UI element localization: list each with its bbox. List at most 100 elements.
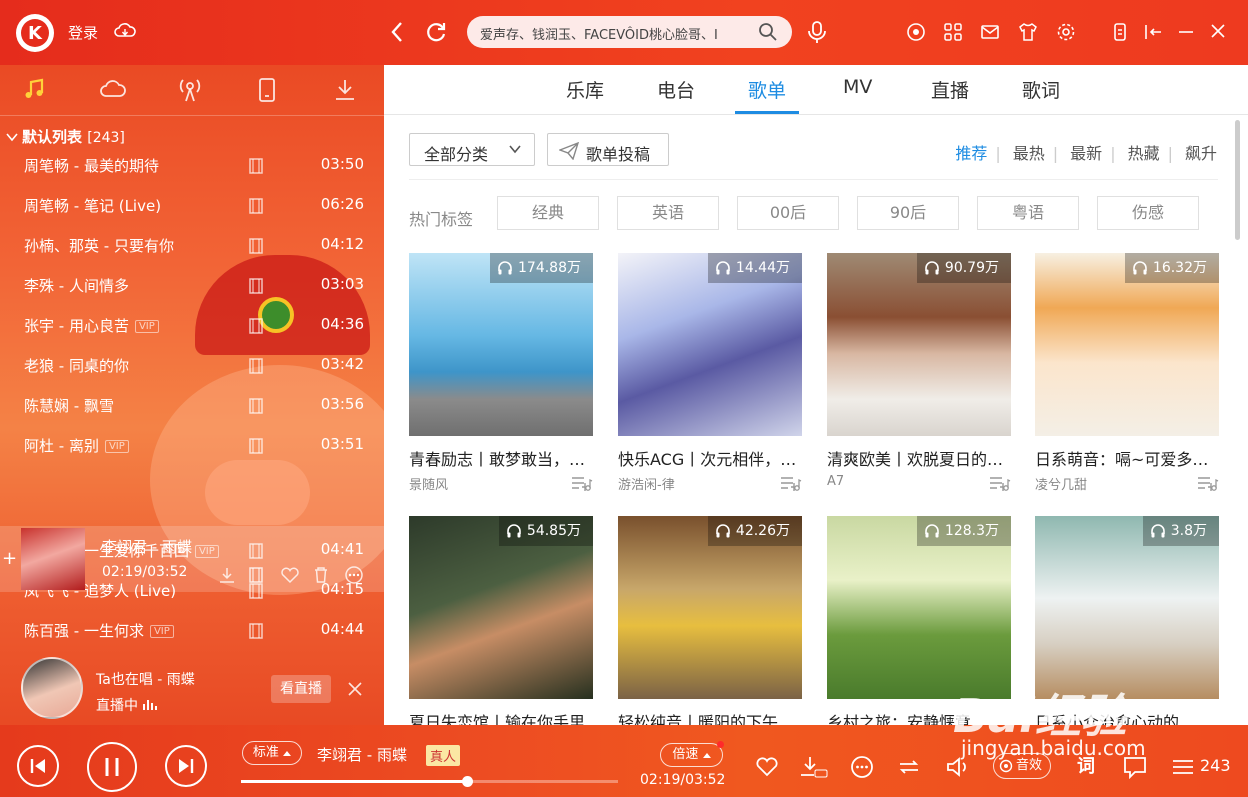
cloud-icon[interactable] xyxy=(99,77,127,101)
playlist-author[interactable]: 景随风 xyxy=(409,474,448,493)
quality-selector[interactable]: 标准 xyxy=(242,741,302,765)
submit-playlist-button[interactable]: 歌单投稿 xyxy=(547,133,669,166)
playlist-cover[interactable]: 42.26万 xyxy=(618,516,802,699)
song-row[interactable]: 陈慧娴 - 飘雪 03:56 xyxy=(0,385,384,425)
playlist-cover[interactable]: 128.3万 xyxy=(827,516,1011,699)
mv-film-icon[interactable] xyxy=(248,277,264,295)
sort-option[interactable]: 飙升 xyxy=(1185,144,1217,163)
player-song-title[interactable]: 李翊君 - 雨蝶 xyxy=(317,744,407,765)
mail-icon[interactable] xyxy=(980,22,1000,42)
heart-icon[interactable] xyxy=(280,566,300,584)
voice-search-icon[interactable] xyxy=(806,19,828,45)
skin-shirt-icon[interactable] xyxy=(1018,22,1038,42)
speed-selector[interactable]: 倍速 xyxy=(660,743,723,767)
song-row[interactable]: 陈百强 - 一生何求 VIP 04:44 xyxy=(0,610,384,650)
mv-film-icon[interactable] xyxy=(248,237,264,255)
tab-5[interactable]: 歌词 xyxy=(1022,76,1060,103)
playlist-cover[interactable]: 90.79万 xyxy=(827,253,1011,436)
now-playing-row[interactable]: + 李翊君 - 雨蝶 02:19/03:52 xyxy=(0,526,384,592)
playlist-cover[interactable]: 3.8万 xyxy=(1035,516,1219,699)
mv-film-icon[interactable] xyxy=(248,317,264,335)
refresh-icon[interactable] xyxy=(424,20,448,44)
login-link[interactable]: 登录 xyxy=(68,22,98,43)
collapse-panel-icon[interactable] xyxy=(1143,22,1163,42)
tab-0[interactable]: 乐库 xyxy=(566,76,604,103)
mv-film-icon[interactable] xyxy=(248,357,264,375)
song-row[interactable]: 周笔畅 - 最美的期待 03:50 xyxy=(0,145,384,185)
tag-button[interactable]: 00后 xyxy=(737,196,839,230)
mv-film-icon[interactable] xyxy=(248,397,264,415)
close-icon[interactable] xyxy=(1209,22,1227,42)
search-input[interactable]: 爱声存、钱润玉、FACEVÔID桃心脸哥、I xyxy=(480,24,752,43)
tag-button[interactable]: 90后 xyxy=(857,196,959,230)
mobile-device-icon[interactable] xyxy=(257,77,277,103)
next-button[interactable] xyxy=(165,745,207,787)
playlist-author[interactable]: 凌兮几甜 xyxy=(1035,474,1087,493)
app-logo[interactable]: K xyxy=(16,14,54,52)
sort-option[interactable]: 最热 xyxy=(1013,144,1045,163)
settings-gear-icon[interactable] xyxy=(1056,22,1076,42)
playlist-card[interactable]: 16.32万日系萌音：嗝~可爱多多的萌音凌兮几甜 xyxy=(1035,253,1219,493)
pause-button[interactable] xyxy=(87,742,137,792)
mv-film-icon[interactable] xyxy=(248,566,264,584)
category-dropdown[interactable]: 全部分类 xyxy=(409,133,535,166)
song-row[interactable]: 李殊 - 人间情多 03:03 xyxy=(0,265,384,305)
tab-2[interactable]: 歌单 xyxy=(748,76,786,103)
song-row[interactable]: 孙楠、那英 - 只要有你 04:12 xyxy=(0,225,384,265)
playlist-cover[interactable]: 174.88万 xyxy=(409,253,593,436)
add-to-list-icon[interactable] xyxy=(571,475,593,491)
tag-button[interactable]: 经典 xyxy=(497,196,599,230)
add-to-list-icon[interactable] xyxy=(780,475,802,491)
playlist-card[interactable]: 54.85万 夏日失恋馆丨输在你手里 xyxy=(409,516,593,725)
tab-1[interactable]: 电台 xyxy=(657,76,695,103)
playlist-cover[interactable]: 14.44万 xyxy=(618,253,802,436)
tag-button[interactable]: 伤感 xyxy=(1097,196,1199,230)
add-icon[interactable]: + xyxy=(2,548,17,569)
playlist-title[interactable]: 快乐ACG丨次元相伴，欢乐无限 xyxy=(618,446,802,470)
playlist-header[interactable]: 默认列表 [243] xyxy=(6,126,125,147)
add-to-list-icon[interactable] xyxy=(1197,475,1219,491)
tab-4[interactable]: 直播 xyxy=(931,76,969,103)
song-row[interactable]: 周笔畅 - 笔记 (Live) 06:26 xyxy=(0,185,384,225)
download-icon[interactable] xyxy=(218,566,236,584)
record-icon[interactable] xyxy=(906,22,926,42)
playlist-cover[interactable]: 54.85万 xyxy=(409,516,593,699)
tab-3[interactable]: MV xyxy=(843,76,872,98)
scrollbar[interactable] xyxy=(1235,120,1240,240)
playlist-title[interactable]: 青春励志丨敢梦敢当，一起加油 xyxy=(409,446,593,470)
mini-mode-icon[interactable] xyxy=(1112,22,1128,42)
tag-button[interactable]: 粤语 xyxy=(977,196,1079,230)
close-icon[interactable] xyxy=(347,681,363,697)
previous-button[interactable] xyxy=(17,745,59,787)
more-options-icon[interactable] xyxy=(344,566,364,584)
queue-count[interactable]: 243 xyxy=(1200,756,1231,775)
playlist-card[interactable]: 42.26万 轻松纯音丨暖阳的下午 xyxy=(618,516,802,725)
sort-option[interactable]: 最新 xyxy=(1070,144,1102,163)
search-icon[interactable] xyxy=(758,22,778,42)
more-options-icon[interactable] xyxy=(850,755,874,779)
mv-film-icon[interactable] xyxy=(248,197,264,215)
download-icon[interactable] xyxy=(798,755,828,779)
sort-option[interactable]: 推荐 xyxy=(955,144,987,163)
repeat-icon[interactable] xyxy=(896,755,922,779)
add-to-list-icon[interactable] xyxy=(989,475,1011,491)
playlist-card[interactable]: 14.44万快乐ACG丨次元相伴，欢乐无限游浩闲-律 xyxy=(618,253,802,493)
download-icon[interactable] xyxy=(333,77,357,103)
mv-film-icon[interactable] xyxy=(248,622,264,640)
playlist-card[interactable]: 174.88万青春励志丨敢梦敢当，一起加油景随风 xyxy=(409,253,593,493)
live-avatar[interactable] xyxy=(21,657,83,719)
song-row[interactable]: 阿杜 - 离别 VIP 03:51 xyxy=(0,425,384,465)
playlist-title[interactable]: 清爽欧美丨欢脱夏日的清凉之歌 xyxy=(827,446,1011,470)
heart-icon[interactable] xyxy=(755,755,779,777)
mv-film-icon[interactable] xyxy=(248,157,264,175)
progress-bar[interactable] xyxy=(241,776,618,787)
playlist-cover[interactable]: 16.32万 xyxy=(1035,253,1219,436)
song-row[interactable]: 老狼 - 同桌的你 03:42 xyxy=(0,345,384,385)
sort-option[interactable]: 热藏 xyxy=(1128,144,1160,163)
song-row[interactable]: 张宇 - 用心良苦 VIP 04:36 xyxy=(0,305,384,345)
live-title[interactable]: Ta也在唱 - 雨蝶 xyxy=(96,669,195,689)
play-queue-icon[interactable] xyxy=(1170,755,1196,779)
playlist-author[interactable]: 游浩闲-律 xyxy=(618,474,675,493)
playlist-title[interactable]: 日系萌音：嗝~可爱多多的萌音 xyxy=(1035,446,1219,470)
search-box[interactable]: 爱声存、钱润玉、FACEVÔID桃心脸哥、I xyxy=(467,16,792,48)
